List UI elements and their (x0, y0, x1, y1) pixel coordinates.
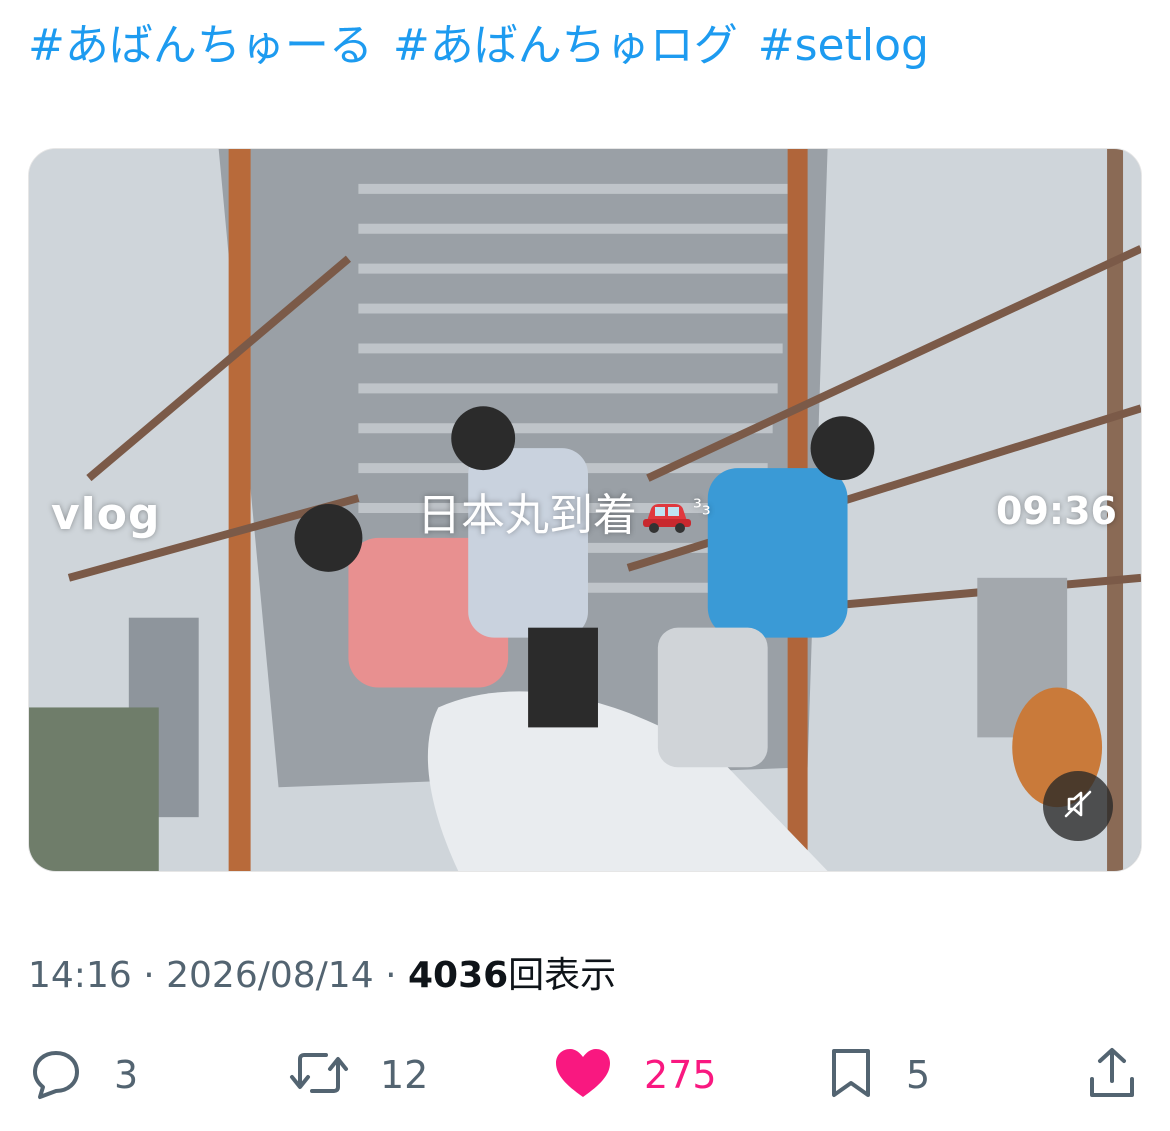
share-icon (1084, 1045, 1140, 1105)
video-caption-text: 日本丸到着 (417, 490, 637, 541)
hashtag-line: #あばんちゅーる #あばんちゅログ #setlog (28, 18, 935, 74)
vlog-label: vlog (51, 489, 161, 540)
video-caption: 日本丸到着 ³₃ (417, 479, 711, 544)
hashtag-link[interactable]: #setlog (758, 20, 929, 71)
hashtag-link[interactable]: #あばんちゅーる (28, 20, 373, 71)
reply-icon (28, 1045, 84, 1105)
meta-separator: · (385, 955, 397, 996)
video-timestamp: 09:36 (996, 489, 1117, 533)
views-count: 4036 (407, 955, 509, 996)
like-button[interactable]: 275 (552, 1040, 717, 1110)
bookmark-icon (826, 1045, 876, 1105)
video-player[interactable]: vlog 日本丸到着 ³₃ 09:36 (28, 148, 1142, 872)
hashtag-link[interactable]: #あばんちゅログ (393, 20, 738, 71)
views-label: 回表示 (508, 955, 617, 996)
bookmark-button[interactable]: 5 (826, 1040, 930, 1110)
post-meta: 14:16 · 2026/08/14 · 4036回表示 (28, 946, 616, 998)
caption-superscript: ³₃ (693, 495, 711, 521)
speaker-muted-icon (1061, 787, 1095, 825)
repost-count: 12 (380, 1053, 429, 1097)
heart-filled-icon (552, 1045, 614, 1105)
repost-icon (288, 1045, 350, 1105)
mute-button[interactable] (1043, 771, 1113, 841)
action-bar: 3 12 275 5 (0, 1040, 1170, 1110)
share-button[interactable] (1084, 1040, 1140, 1110)
car-icon (641, 493, 693, 544)
reply-button[interactable]: 3 (28, 1040, 138, 1110)
reply-count: 3 (114, 1053, 139, 1097)
post-date[interactable]: 2026/08/14 (166, 955, 374, 996)
bookmark-count: 5 (906, 1053, 931, 1097)
post-time[interactable]: 14:16 (28, 955, 132, 996)
like-count: 275 (644, 1053, 717, 1097)
meta-separator: · (143, 955, 155, 996)
repost-button[interactable]: 12 (288, 1040, 428, 1110)
